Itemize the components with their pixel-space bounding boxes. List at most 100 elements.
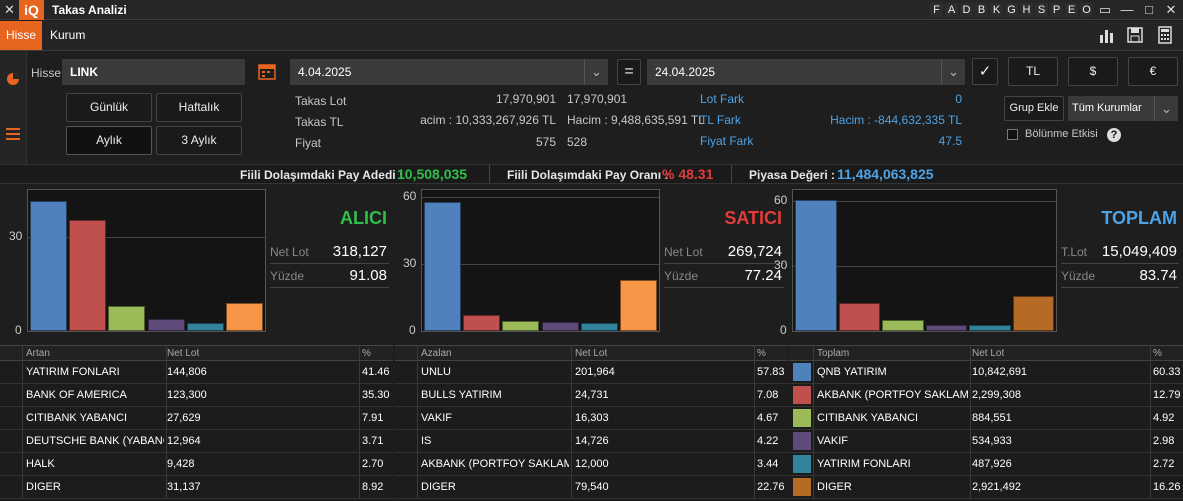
period-daily-button[interactable]: Günlük: [66, 93, 152, 122]
pie-chart-icon[interactable]: [6, 72, 20, 86]
chevron-down-icon[interactable]: ⌄: [1154, 96, 1178, 121]
column-divider: [571, 476, 572, 498]
table-row[interactable]: AKBANK (PORTFOY SAKLAMA) 12,000 3.44: [395, 453, 788, 476]
institution-cell: UNLU: [421, 366, 451, 378]
table-row[interactable]: DEUTSCHE BANK (YABANCI) 12,964 3.71: [0, 430, 393, 453]
layout-icon[interactable]: ▭: [1096, 1, 1114, 19]
period-3month-button[interactable]: 3 Aylık: [156, 126, 242, 155]
hotkey-o[interactable]: O: [1080, 3, 1093, 17]
hotkey-f[interactable]: F: [930, 3, 943, 17]
hotkey-a[interactable]: A: [945, 3, 958, 17]
column-divider: [1150, 407, 1151, 429]
left-rail: [0, 52, 27, 164]
tab-hisse[interactable]: Hisse: [0, 21, 43, 50]
group-add-button[interactable]: Grup Ekle: [1004, 96, 1064, 121]
net-lot-cell: 12,000: [575, 458, 609, 470]
column-header[interactable]: %: [1153, 346, 1162, 360]
currency-eur-button[interactable]: €: [1128, 57, 1178, 86]
save-icon[interactable]: [1127, 27, 1143, 43]
table-row[interactable]: BULLS YATIRIM 24,731 7.08: [395, 384, 788, 407]
table-row[interactable]: UNLU 201,964 57.83: [395, 361, 788, 384]
hotkey-g[interactable]: G: [1005, 3, 1018, 17]
y-tick-label: 0: [780, 323, 787, 337]
start-date-select[interactable]: 4.04.2025 ⌄: [290, 59, 608, 85]
table-row[interactable]: DIGER 79,540 22.76: [395, 476, 788, 499]
column-header[interactable]: Net Lot: [575, 346, 607, 360]
column-divider: [1150, 384, 1151, 406]
table-row[interactable]: CITIBANK YABANCI 27,629 7.91: [0, 407, 393, 430]
column-divider: [754, 430, 755, 452]
bar-is: [541, 321, 579, 331]
percent-cell: 60.33: [1153, 366, 1181, 378]
table-row[interactable]: VAKIF 534,933 2.98: [789, 430, 1183, 453]
chevron-down-icon[interactable]: ⌄: [941, 59, 965, 85]
takas-tl-end: Hacim : 9,488,635,591 TL: [567, 113, 705, 127]
table-row[interactable]: VAKIF 16,303 4.67: [395, 407, 788, 430]
column-header[interactable]: Artan: [26, 346, 50, 360]
column-header[interactable]: Net Lot: [167, 346, 199, 360]
close-window-icon[interactable]: ✕: [1162, 1, 1180, 19]
table-row[interactable]: DIGER 31,137 8.92: [0, 476, 393, 499]
currency-tl-button[interactable]: TL: [1008, 57, 1058, 86]
table-row[interactable]: HALK 9,428 2.70: [0, 453, 393, 476]
close-icon[interactable]: ✕: [4, 2, 15, 18]
hotkey-s[interactable]: S: [1035, 3, 1048, 17]
currency-usd-button[interactable]: $: [1068, 57, 1118, 86]
hotkey-e[interactable]: E: [1065, 3, 1078, 17]
hotkey-p[interactable]: P: [1050, 3, 1063, 17]
column-divider: [1150, 453, 1151, 475]
maximize-icon[interactable]: □: [1140, 1, 1158, 19]
column-header[interactable]: Azalan: [421, 346, 452, 360]
table-row[interactable]: DIGER 2,921,492 16.26: [789, 476, 1183, 499]
apply-check-button[interactable]: ✓: [972, 58, 998, 85]
end-date-select[interactable]: 24.04.2025 ⌄: [647, 59, 965, 85]
column-header[interactable]: Net Lot: [972, 346, 1004, 360]
period-monthly-button[interactable]: Aylık: [66, 126, 152, 155]
hotkey-k[interactable]: K: [990, 3, 1003, 17]
hisse-input[interactable]: LINK: [62, 59, 245, 85]
gridline: [422, 196, 659, 198]
net-lot-cell: 2,299,308: [972, 389, 1021, 401]
stat1-label: Net Lot: [664, 245, 703, 259]
menu-icon[interactable]: [6, 128, 20, 140]
bar-chart-icon[interactable]: [1099, 27, 1115, 43]
table-row[interactable]: BANK OF AMERICA 123,300 35.30: [0, 384, 393, 407]
column-header[interactable]: %: [757, 346, 766, 360]
column-divider: [22, 384, 23, 406]
table-row[interactable]: YATIRIM FONLARI 487,926 2.72: [789, 453, 1183, 476]
bar-chart-plot: [421, 189, 660, 332]
tl-fark-value: Hacim : -844,632,335 TL: [830, 113, 962, 127]
period-weekly-button[interactable]: Haftalık: [156, 93, 242, 122]
column-divider: [571, 430, 572, 452]
column-header[interactable]: Toplam: [817, 346, 849, 360]
percent-cell: 8.92: [362, 481, 384, 493]
hotkey-d[interactable]: D: [960, 3, 973, 17]
equals-button[interactable]: =: [617, 59, 641, 85]
color-swatch: [793, 386, 811, 404]
table-row[interactable]: QNB YATIRIM 10,842,691 60.33: [789, 361, 1183, 384]
tab-kurum[interactable]: Kurum: [44, 21, 91, 50]
column-header[interactable]: %: [362, 346, 371, 360]
institutions-select[interactable]: Tüm Kurumlar ⌄: [1068, 96, 1178, 121]
chevron-down-icon[interactable]: ⌄: [584, 59, 608, 85]
calculator-icon[interactable]: [1158, 26, 1172, 44]
app-logo: iQ: [19, 0, 44, 20]
hotkey-h[interactable]: H: [1020, 3, 1033, 17]
percent-cell: 7.91: [362, 412, 384, 424]
hotkey-b[interactable]: B: [975, 3, 988, 17]
minimize-icon[interactable]: —: [1118, 1, 1136, 19]
table-row[interactable]: IS 14,726 4.22: [395, 430, 788, 453]
net-lot-cell: 16,303: [575, 412, 609, 424]
column-divider: [22, 430, 23, 452]
table-row[interactable]: AKBANK (PORTFOY SAKLAMA) 2,299,308 12.79: [789, 384, 1183, 407]
help-icon[interactable]: ?: [1107, 128, 1121, 142]
bar-akbank-portfoy-saklama-: [838, 303, 880, 331]
table-row[interactable]: YATIRIM FONLARI 144,806 41.46: [0, 361, 393, 384]
calendar-icon[interactable]: [257, 62, 277, 80]
panel-title: ALICI: [340, 208, 387, 228]
takas-lot-end: 17,970,901: [567, 92, 628, 106]
split-effect-checkbox[interactable]: [1007, 129, 1018, 140]
column-divider: [22, 476, 23, 498]
fiyat-fark-value: 47.5: [938, 134, 962, 148]
table-row[interactable]: CITIBANK YABANCI 884,551 4.92: [789, 407, 1183, 430]
